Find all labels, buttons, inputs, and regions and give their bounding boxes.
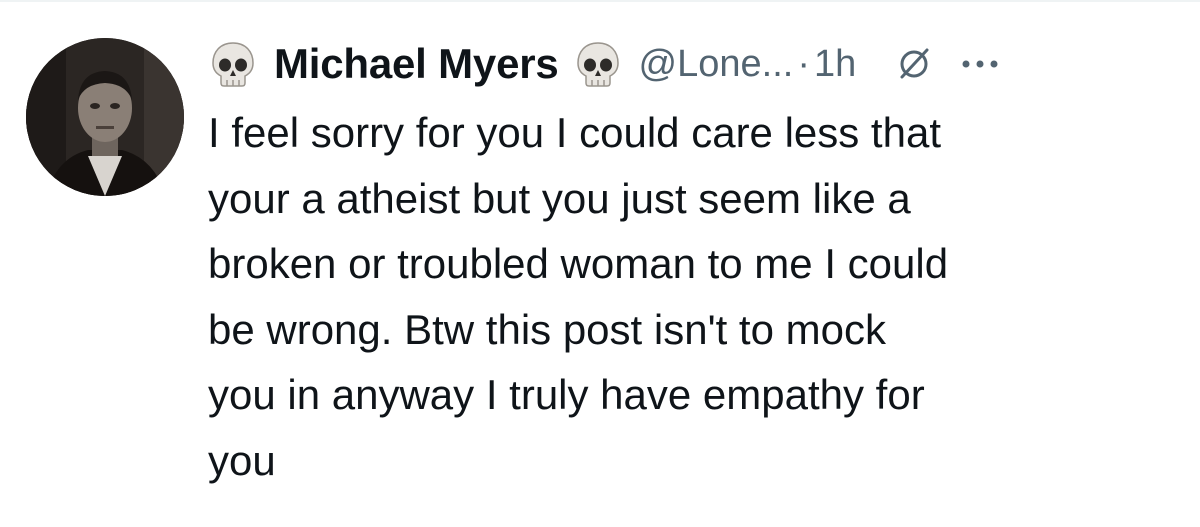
tweet-header: Michael Myers @Lone... · 1h bbox=[208, 36, 1188, 92]
tweet-text: I feel sorry for you I could care less t… bbox=[208, 109, 949, 484]
grok-icon[interactable] bbox=[894, 44, 934, 84]
post-timestamp[interactable]: 1h bbox=[814, 43, 856, 86]
more-options-icon[interactable] bbox=[960, 58, 1000, 70]
display-name[interactable]: Michael Myers bbox=[274, 40, 559, 88]
skull-emoji-icon bbox=[576, 42, 619, 87]
skull-emoji-icon bbox=[212, 42, 254, 87]
avatar[interactable] bbox=[26, 38, 184, 196]
user-handle[interactable]: @Lone... bbox=[639, 43, 794, 86]
avatar-photo bbox=[26, 38, 184, 196]
tweet[interactable]: Michael Myers @Lone... · 1h I feel sorry… bbox=[0, 0, 1200, 527]
separator-dot: · bbox=[797, 42, 810, 85]
